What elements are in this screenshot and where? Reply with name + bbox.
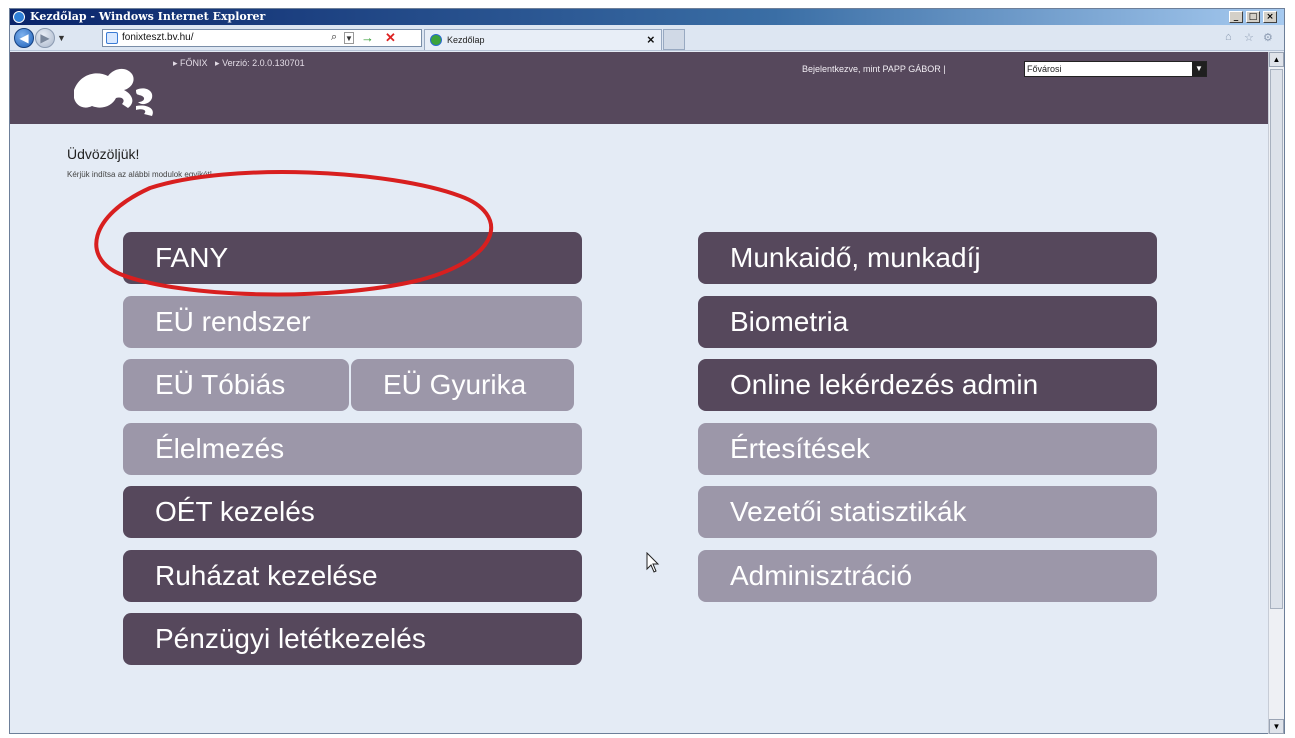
- module-eu-tobias-button[interactable]: EÜ Tóbiás: [123, 359, 349, 411]
- favorites-star-icon[interactable]: ☆: [1244, 31, 1254, 44]
- module-eu-rendszer-button[interactable]: EÜ rendszer: [123, 296, 582, 348]
- mouse-cursor-icon: [646, 552, 660, 573]
- organization-select-value: Fővárosi: [1027, 64, 1062, 74]
- minimize-button[interactable]: _: [1229, 11, 1243, 23]
- tab-close-icon[interactable]: ×: [647, 32, 655, 47]
- address-url[interactable]: fonixteszt.bv.hu/: [122, 32, 194, 43]
- search-icon[interactable]: ⌕: [331, 31, 337, 44]
- module-elelmezes-button[interactable]: Élelmezés: [123, 423, 582, 475]
- tab-favicon-icon: [430, 34, 442, 46]
- module-online-lekerdezes-admin-button[interactable]: Online lekérdezés admin: [698, 359, 1157, 411]
- breadcrumb-version: ▸ Verzió: 2.0.0.130701: [215, 58, 305, 68]
- title-bar: Kezdőlap - Windows Internet Explorer _ □…: [10, 9, 1284, 25]
- module-penzugyi-letetkezeles-button[interactable]: Pénzügyi letétkezelés: [123, 613, 582, 665]
- module-vezetoi-statisztikak-button[interactable]: Vezetői statisztikák: [698, 486, 1157, 538]
- module-munkaido-munkadij-button[interactable]: Munkaidő, munkadíj: [698, 232, 1157, 284]
- scroll-up-icon[interactable]: ▲: [1269, 52, 1284, 67]
- module-oet-kezeles-button[interactable]: OÉT kezelés: [123, 486, 582, 538]
- lion-logo: [74, 68, 153, 116]
- stop-icon[interactable]: ✕: [385, 30, 396, 46]
- page-favicon-icon: [106, 32, 118, 44]
- address-dropdown-icon[interactable]: ▼: [344, 32, 354, 44]
- welcome-heading: Üdvözöljük!: [67, 146, 140, 162]
- browser-toolbar: ◀ ▶ ▼ fonixteszt.bv.hu/ ⌕ ▼ → ✕ Kezdőlap…: [10, 25, 1284, 51]
- login-status: Bejelentkezve, mint PAPP GÁBOR |: [802, 64, 946, 74]
- ie-logo-icon: [13, 11, 25, 23]
- browser-tab[interactable]: Kezdőlap ×: [424, 29, 662, 50]
- app-header: ▸ FŐNIX ▸ Verzió: 2.0.0.130701 Bejelentk…: [10, 52, 1268, 124]
- organization-select[interactable]: Fővárosi ▼: [1024, 61, 1207, 77]
- forward-arrow-icon: ▶: [40, 31, 50, 45]
- module-eu-gyurika-button[interactable]: EÜ Gyurika: [351, 359, 574, 411]
- scroll-down-icon[interactable]: ▼: [1269, 719, 1284, 734]
- recent-pages-dropdown-icon[interactable]: ▼: [57, 33, 66, 43]
- home-icon[interactable]: ⌂: [1225, 31, 1232, 43]
- module-biometria-button[interactable]: Biometria: [698, 296, 1157, 348]
- instruction-text: Kérjük indítsa az alábbi modulok egyikét…: [67, 170, 212, 179]
- module-ruhazat-kezelese-button[interactable]: Ruházat kezelése: [123, 550, 582, 602]
- vertical-scrollbar[interactable]: ▲ ▼: [1268, 52, 1284, 734]
- scrollbar-thumb[interactable]: [1270, 69, 1283, 609]
- tab-label: Kezdőlap: [447, 35, 485, 45]
- chevron-down-icon[interactable]: ▼: [1192, 62, 1206, 76]
- back-arrow-icon: ◀: [19, 31, 29, 45]
- address-bar[interactable]: fonixteszt.bv.hu/ ⌕ ▼ → ✕: [102, 29, 422, 47]
- close-button[interactable]: ×: [1263, 11, 1277, 23]
- back-button[interactable]: ◀: [14, 28, 34, 48]
- window-title: Kezdőlap - Windows Internet Explorer: [30, 10, 266, 23]
- breadcrumb: ▸ FŐNIX ▸ Verzió: 2.0.0.130701: [173, 58, 310, 69]
- module-ertesitesek-button[interactable]: Értesítések: [698, 423, 1157, 475]
- new-tab-button[interactable]: [663, 29, 685, 50]
- tools-gear-icon[interactable]: ⚙: [1263, 31, 1273, 44]
- module-fany-button[interactable]: FANY: [123, 232, 582, 284]
- maximize-button[interactable]: □: [1246, 11, 1260, 23]
- forward-button[interactable]: ▶: [35, 28, 55, 48]
- go-arrow-icon[interactable]: →: [361, 30, 374, 45]
- breadcrumb-app[interactable]: ▸ FŐNIX: [173, 58, 208, 68]
- module-adminisztracio-button[interactable]: Adminisztráció: [698, 550, 1157, 602]
